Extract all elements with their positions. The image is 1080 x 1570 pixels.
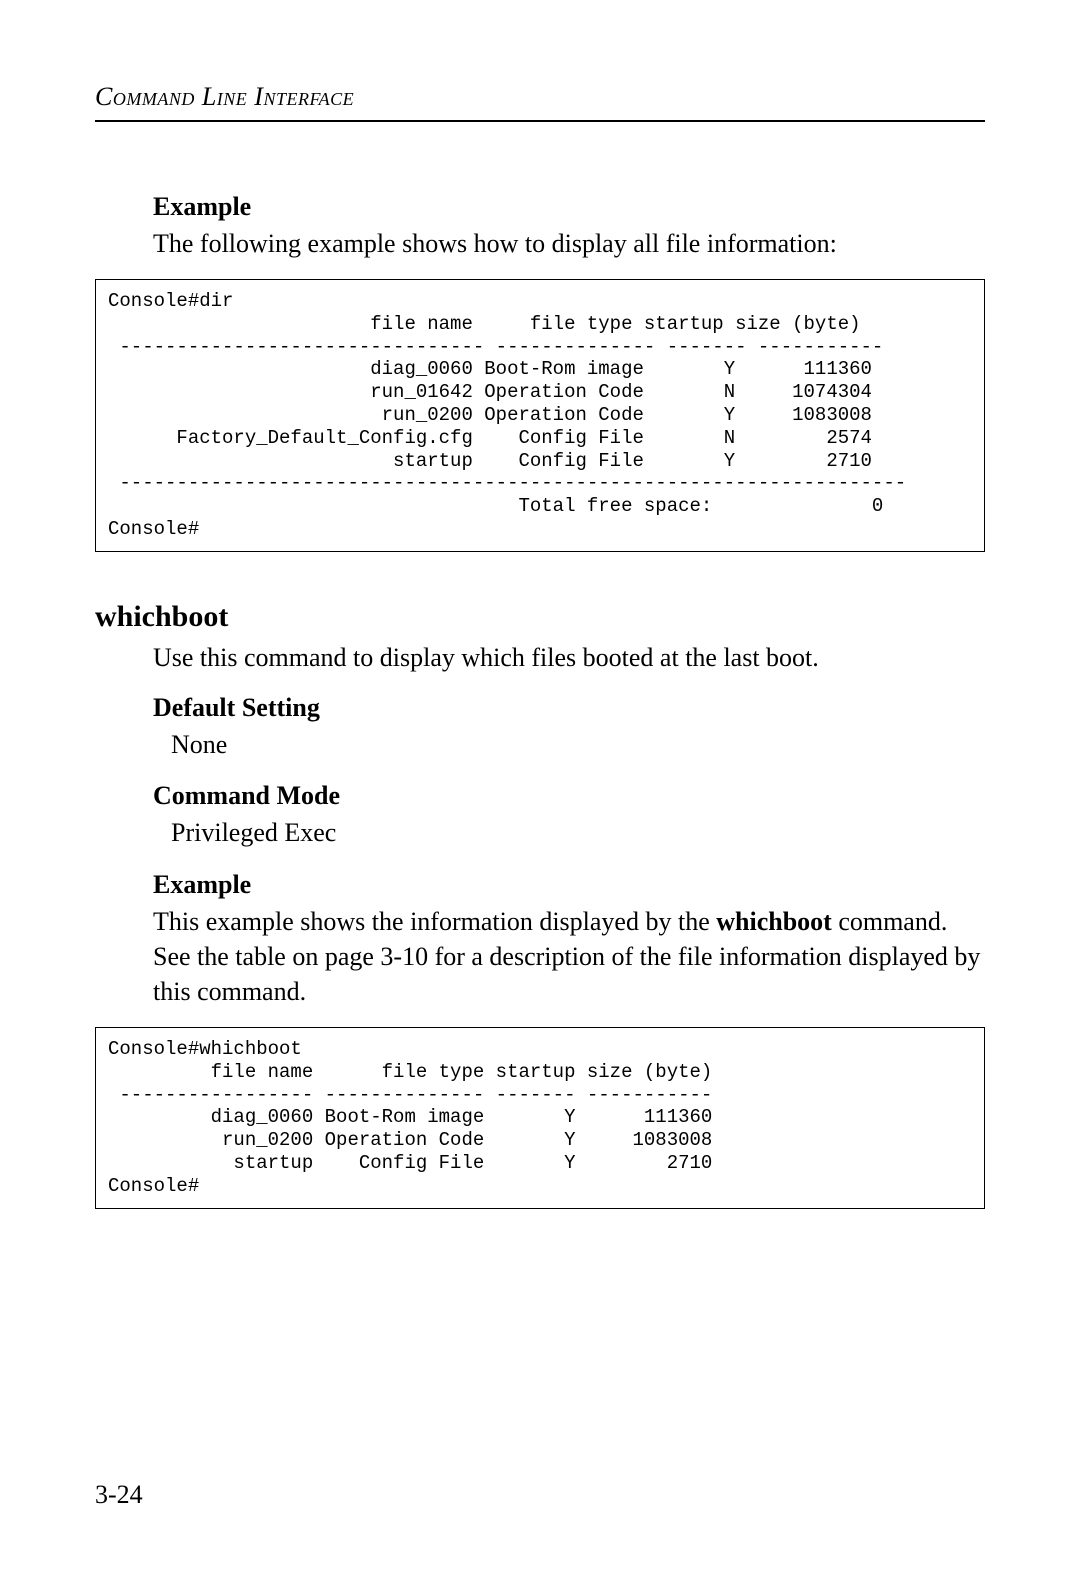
command-title-whichboot: whichboot (95, 600, 985, 634)
whichboot-section: Use this command to display which files … (153, 640, 985, 1009)
default-setting-heading: Default Setting (153, 693, 985, 723)
example-text-2: This example shows the information displ… (153, 904, 985, 1009)
whichboot-desc: Use this command to display which files … (153, 640, 985, 675)
code-whichboot: Console#whichboot file name file type st… (108, 1038, 972, 1198)
example-text-pre: This example shows the information displ… (153, 907, 716, 936)
whichboot-cmd-bold: whichboot (716, 907, 832, 936)
command-mode-value: Privileged Exec (171, 815, 985, 851)
example-section-1: Example The following example shows how … (153, 192, 985, 261)
page: Command Line Interface Example The follo… (0, 0, 1080, 1570)
example-text-1: The following example shows how to displ… (153, 226, 985, 261)
example-heading-2: Example (153, 870, 985, 900)
default-setting-value: None (171, 727, 985, 763)
code-box-dir: Console#dir file name file type startup … (95, 279, 985, 552)
running-header: Command Line Interface (95, 82, 985, 122)
code-box-whichboot: Console#whichboot file name file type st… (95, 1027, 985, 1209)
page-number: 3-24 (95, 1480, 143, 1510)
code-dir: Console#dir file name file type startup … (108, 290, 972, 541)
example-heading-1: Example (153, 192, 985, 222)
command-mode-heading: Command Mode (153, 781, 985, 811)
